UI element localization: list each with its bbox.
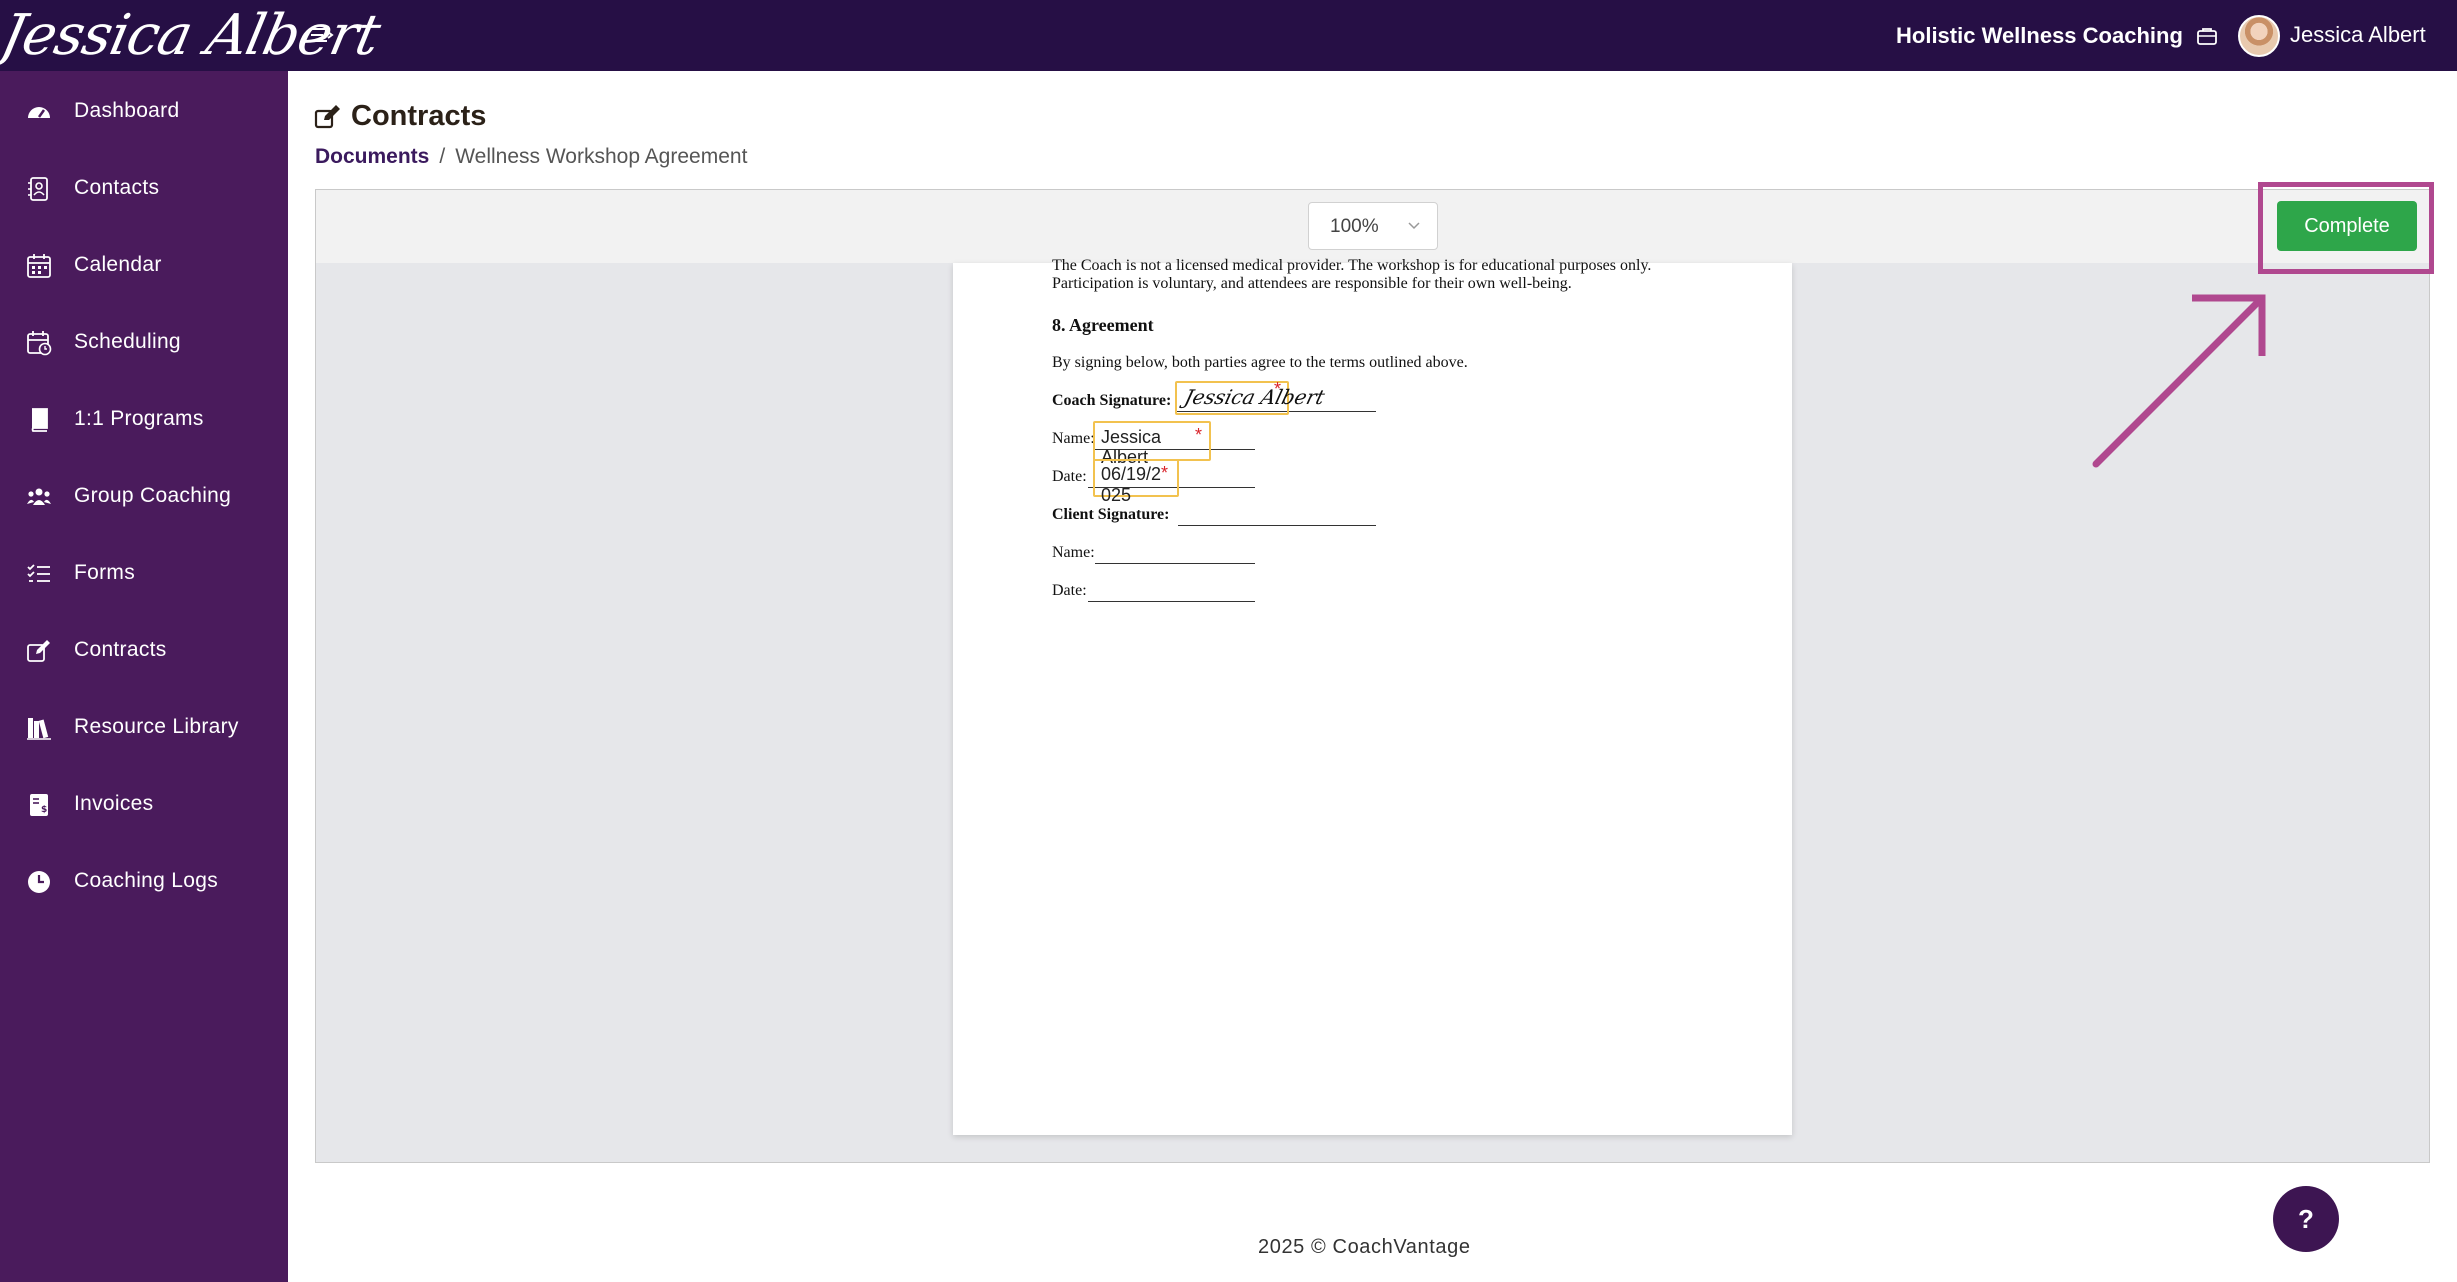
sidebar-item-label: Invoices [74,792,154,815]
sidebar-item-dashboard[interactable]: Dashboard [0,83,288,139]
coach-signature-value: Jessica Albert [1182,385,1328,409]
client-date-line [1088,601,1255,602]
disclaimer-line-1: The Coach is not a licensed medical prov… [1052,257,1652,274]
required-marker: * [1195,425,1203,445]
coach-signature-field[interactable]: Jessica Albert * [1175,379,1327,415]
scheduling-icon [27,331,52,356]
disclaimer-line-2: Participation is voluntary, and attendee… [1052,275,1572,292]
coach-name-field[interactable]: Jessica Albert * [1093,421,1211,467]
help-button[interactable]: ? [2273,1186,2339,1252]
sidebar-item-label: Forms [74,561,135,584]
client-name-line [1095,563,1255,564]
dashboard-icon [28,107,50,118]
sidebar-item-label: Coaching Logs [74,869,218,892]
sidebar-item-coaching-logs[interactable]: Coaching Logs [0,853,288,909]
checklist-icon [27,564,50,582]
annotation-arrow-icon [2092,294,2266,468]
user-name[interactable]: Jessica Albert [2290,22,2426,48]
sidebar-item-label: Contacts [74,176,160,199]
pen-to-square-icon [314,105,340,129]
sidebar-item-forms[interactable]: Forms [0,545,288,601]
coach-name-label: Name: [1052,430,1095,447]
client-name-label: Name: [1052,544,1095,561]
sidebar-item-invoices[interactable]: $ Invoices [0,776,288,832]
sidebar-item-label: Resource Library [74,715,239,738]
sidebar-item-label: Scheduling [74,330,181,353]
footer-copyright: 2025 © CoachVantage [1258,1236,1471,1258]
top-bar: Jessica Albert Holistic Wellness Coachin… [0,0,2457,71]
chevron-down-icon [1408,222,1420,230]
sidebar-item-label: Calendar [74,253,162,276]
sidebar: Dashboard Contacts Calendar Scheduling 1… [0,71,288,1282]
document-page: The Coach is not a licensed medical prov… [953,257,1792,1135]
agreement-text: By signing below, both parties agree to … [1052,354,1468,371]
required-marker: * [1274,379,1282,399]
sidebar-item-label: Group Coaching [74,484,232,507]
library-icon [27,718,51,740]
coach-date-label: Date: [1052,468,1087,485]
breadcrumb-separator: / [439,145,446,168]
sidebar-item-contacts[interactable]: Contacts [0,160,288,216]
client-signature-line [1178,525,1376,526]
sidebar-item-calendar[interactable]: Calendar [0,237,288,293]
brand-logo[interactable]: Jessica Albert [0,0,385,71]
calendar-icon [27,254,51,278]
coach-name-value-line1: Jessica [1101,427,1162,447]
section-heading: 8. Agreement [1052,315,1154,335]
invoice-icon: $ [30,794,48,816]
complete-button[interactable]: Complete [2277,201,2417,251]
sidebar-item-label: 1:1 Programs [74,407,204,430]
menu-toggle-icon[interactable] [308,22,336,50]
required-marker: * [1161,463,1169,483]
sidebar-item-group-coaching[interactable]: Group Coaching [0,468,288,524]
coach-date-value-line2: 025 [1101,485,1132,505]
book-icon [31,408,48,432]
briefcase-icon[interactable] [2196,25,2218,47]
breadcrumb-documents-link[interactable]: Documents [315,145,429,168]
client-signature-label: Client Signature: [1052,506,1170,523]
sidebar-item-label: Contracts [74,638,167,661]
svg-text:$: $ [41,805,47,815]
coach-date-value-line1: 06/19/2 [1101,464,1162,484]
group-icon [27,488,51,505]
coach-date-field[interactable]: 06/19/2 025 * [1093,459,1179,505]
zoom-value: 100% [1330,216,1379,237]
breadcrumb: Documents / Wellness Workshop Agreement [315,145,747,169]
sidebar-item-programs[interactable]: 1:1 Programs [0,391,288,447]
coach-signature-label: Coach Signature: [1052,392,1172,409]
sidebar-item-label: Dashboard [74,99,180,122]
pen-to-square-icon [27,640,50,662]
client-date-label: Date: [1052,582,1087,599]
page-title: Contracts [351,100,487,132]
viewer-toolbar: 100% [316,190,2429,263]
sidebar-item-resource-library[interactable]: Resource Library [0,699,288,755]
contacts-icon [28,177,48,201]
user-avatar[interactable] [2238,15,2280,57]
sidebar-item-contracts[interactable]: Contracts [0,622,288,678]
breadcrumb-current: Wellness Workshop Agreement [455,145,748,168]
zoom-select[interactable]: 100% [1308,202,1438,250]
clock-icon [28,871,50,893]
organization-name[interactable]: Holistic Wellness Coaching [1896,23,2183,49]
sidebar-item-scheduling[interactable]: Scheduling [0,314,288,370]
